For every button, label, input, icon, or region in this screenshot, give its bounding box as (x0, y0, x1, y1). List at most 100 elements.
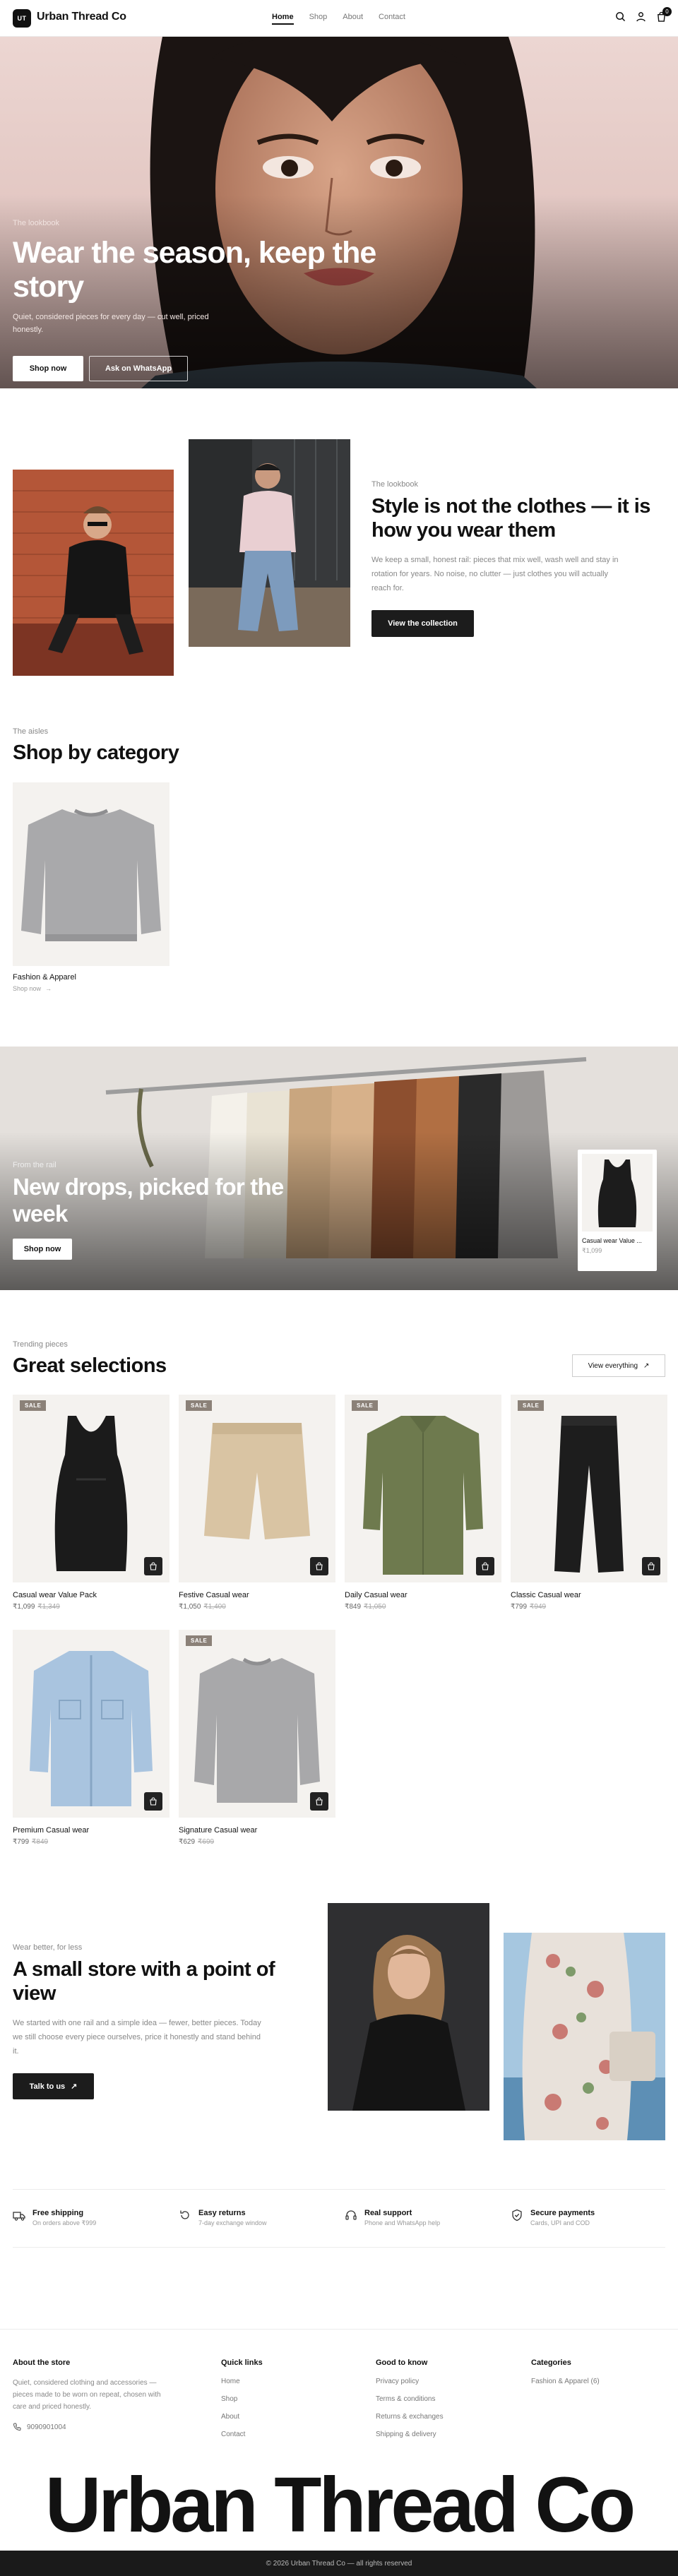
footer-about-title: About the store (13, 2359, 71, 2367)
header-icons: 0 (615, 7, 672, 22)
product-image[interactable]: SALE (179, 1395, 335, 1582)
product-old-price: ₹849 (32, 1838, 49, 1846)
hero-shop-now-button[interactable]: Shop now (13, 356, 83, 381)
product-card[interactable]: SALE Festive Casual wear ₹1,050 ₹1,400 (179, 1395, 335, 1611)
category-shop-link[interactable]: Shop now → (13, 985, 170, 992)
product-photo (363, 1416, 483, 1575)
product-card[interactable]: SALE Classic Casual wear ₹799 ₹949 (511, 1395, 667, 1611)
add-to-cart-button[interactable] (476, 1557, 494, 1575)
footer-quick-title: Quick links (221, 2359, 263, 2367)
product-name[interactable]: Classic Casual wear (511, 1591, 667, 1599)
product-card[interactable]: SALE Signature Casual wear ₹629 ₹699 (179, 1630, 335, 1846)
brand-name[interactable]: Urban Thread Co (37, 11, 126, 23)
footer-good-title: Good to know (376, 2359, 428, 2367)
about-image-floral (504, 1933, 665, 2140)
footer-link-category[interactable]: Fashion & Apparel (6) (531, 2373, 600, 2390)
product-image[interactable]: SALE (13, 1395, 170, 1582)
product-price: ₹1,099 (13, 1603, 35, 1611)
categories-title: Shop by category (13, 741, 179, 764)
product-image[interactable]: SALE (345, 1395, 501, 1582)
headset-icon (345, 2209, 357, 2226)
category-card[interactable]: Fashion & Apparel Shop now → (13, 782, 170, 992)
category-name: Fashion & Apparel (13, 973, 76, 982)
product-price-row: ₹849 ₹1,050 (345, 1603, 501, 1611)
product-card[interactable]: Premium Casual wear ₹799 ₹849 (13, 1630, 170, 1846)
footer-link-home[interactable]: Home (221, 2373, 263, 2390)
cart-button[interactable]: 0 (656, 7, 672, 22)
bag-icon (149, 1797, 157, 1806)
lookbook-title: Style is not the clothes — it is how you… (371, 495, 650, 542)
product-photo (54, 1416, 128, 1571)
feature-subtitle: 7-day exchange window (198, 2219, 267, 2226)
product-name[interactable]: Casual wear Value Pack (13, 1591, 170, 1599)
search-icon[interactable] (615, 11, 626, 22)
features-divider-bottom (13, 2247, 665, 2248)
nav-contact[interactable]: Contact (379, 13, 405, 25)
view-everything-button[interactable]: View everything ↗ (572, 1354, 665, 1377)
promo-banner: From the rail New drops, picked for the … (0, 1046, 678, 1290)
product-image[interactable] (13, 1630, 170, 1818)
footer-link-contact[interactable]: Contact (221, 2426, 263, 2443)
feature-title: Real support (364, 2209, 412, 2217)
product-old-price: ₹699 (198, 1838, 215, 1846)
product-card[interactable]: SALE Daily Casual wear ₹849 ₹1,050 (345, 1395, 501, 1611)
feature-subtitle: Cards, UPI and COD (530, 2219, 590, 2226)
add-to-cart-button[interactable] (642, 1557, 660, 1575)
product-old-price: ₹1,349 (37, 1603, 60, 1611)
lookbook-body: We keep a small, honest rail: pieces tha… (371, 556, 619, 592)
footer-categories-title: Categories (531, 2359, 571, 2367)
nav-about[interactable]: About (343, 13, 363, 25)
product-name[interactable]: Signature Casual wear (179, 1826, 335, 1835)
add-to-cart-button[interactable] (144, 1792, 162, 1811)
talk-to-us-button[interactable]: Talk to us ↗ (13, 2073, 94, 2099)
product-image[interactable]: SALE (179, 1630, 335, 1818)
product-old-price: ₹1,400 (203, 1603, 226, 1611)
add-to-cart-button[interactable] (144, 1557, 162, 1575)
arrow-up-right-icon: ↗ (71, 2082, 78, 2091)
category-image (13, 782, 170, 966)
product-price-row: ₹629 ₹699 (179, 1838, 335, 1846)
product-card[interactable]: SALE Casual wear Value Pack ₹1,099 ₹1,349 (13, 1395, 170, 1611)
arrow-right-icon: → (45, 985, 52, 992)
footer-phone[interactable]: 9090901004 (13, 2423, 175, 2431)
user-icon[interactable] (636, 11, 646, 22)
sale-badge: SALE (20, 1400, 47, 1411)
add-to-cart-button[interactable] (310, 1792, 328, 1811)
footer-link-terms[interactable]: Terms & conditions (376, 2390, 444, 2408)
product-price: ₹799 (13, 1838, 30, 1846)
lookbook-eyebrow: The lookbook (371, 480, 419, 489)
hero-banner: The lookbook Wear the season, keep the s… (0, 37, 678, 388)
product-image[interactable]: SALE (511, 1395, 667, 1582)
promo-mini-product-card[interactable]: Casual wear Value ... ₹1,099 (578, 1150, 657, 1271)
footer-link-shop[interactable]: Shop (221, 2390, 263, 2408)
footer-link-returns[interactable]: Returns & exchanges (376, 2408, 444, 2426)
product-photo (194, 1657, 320, 1803)
nav-shop[interactable]: Shop (309, 13, 328, 25)
footer-copyright-bar: © 2026 Urban Thread Co — all rights rese… (0, 2551, 678, 2576)
feature-returns: Easy returns 7-day exchange window (179, 2209, 267, 2226)
product-name[interactable]: Premium Casual wear (13, 1826, 170, 1835)
footer-link-about[interactable]: About (221, 2408, 263, 2426)
hero-whatsapp-button[interactable]: Ask on WhatsApp (89, 356, 188, 381)
mini-product-name: Casual wear Value ... (582, 1237, 642, 1244)
footer-link-shipping[interactable]: Shipping & delivery (376, 2426, 444, 2443)
promo-shop-now-button[interactable]: Shop now (13, 1239, 72, 1260)
footer-about-body: Quiet, considered clothing and accessori… (13, 2379, 161, 2411)
view-collection-button[interactable]: View the collection (371, 610, 474, 637)
mini-product-price: ₹1,099 (582, 1247, 602, 1254)
main-nav: Home Shop About Contact (272, 13, 405, 25)
mini-product-image (582, 1154, 653, 1232)
logo-mark[interactable]: UT (13, 9, 31, 28)
hero-eyebrow: The lookbook (13, 219, 60, 227)
footer-link-privacy[interactable]: Privacy policy (376, 2373, 444, 2390)
feature-title: Easy returns (198, 2209, 246, 2217)
product-name[interactable]: Festive Casual wear (179, 1591, 335, 1599)
add-to-cart-button[interactable] (310, 1557, 328, 1575)
product-name[interactable]: Daily Casual wear (345, 1591, 501, 1599)
hero-subtitle: Quiet, considered pieces for every day —… (13, 313, 209, 334)
feature-payments: Secure payments Cards, UPI and COD (511, 2209, 595, 2226)
lookbook-image-street (189, 439, 350, 647)
product-price: ₹1,050 (179, 1603, 201, 1611)
product-price: ₹629 (179, 1838, 196, 1846)
nav-home[interactable]: Home (272, 13, 294, 25)
